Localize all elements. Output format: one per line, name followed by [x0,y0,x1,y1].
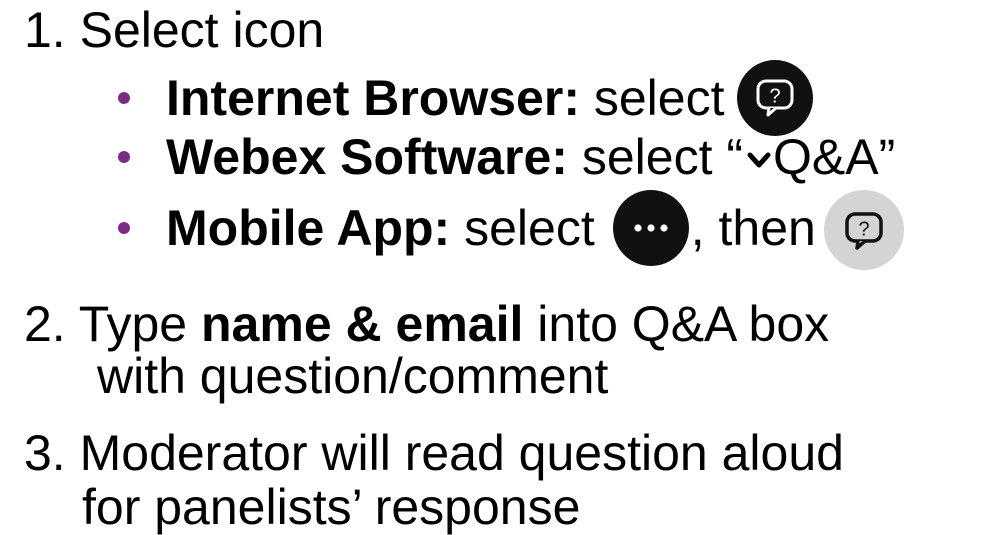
svg-text:?: ? [769,86,780,108]
bullet-webex-software: Webex Software: select “ Q&A” [118,127,895,187]
bullet-dot [118,222,130,234]
step-2-bold: name & email [201,296,524,352]
bullet-text-middle: , then [690,200,816,257]
more-options-icon [612,190,689,266]
step-3-text: Moderator will read question aloud [79,425,844,481]
bullet-dot [118,150,130,163]
step-3: 3. Moderator will read question aloud [24,425,844,481]
step-1-number: 1. [24,2,66,58]
bullet-text-before: select [464,200,595,257]
step-2-continuation: with question/comment [97,348,609,404]
bullet-text-after: Q&A” [773,129,896,185]
chevron-down-icon [747,123,771,183]
bullet-dot [118,92,130,104]
bullet-text: select [593,70,725,127]
bullet-text-before: select “ [581,129,744,185]
step-1: 1. Select icon [24,2,324,58]
bullet-internet-browser: Internet Browser: select ? [118,60,813,136]
bullet-label-internet-browser: Internet Browser: [166,70,580,127]
step-2-text-after: into Q&A box [537,296,830,352]
step-3-number: 3. [24,425,66,481]
bullet-label-webex-software: Webex Software: [166,129,568,185]
svg-text:?: ? [858,219,869,241]
bullet-label-mobile-app: Mobile App: [166,200,451,257]
step-2-number: 2. [24,296,66,352]
step-2-text-before: Type [78,296,188,352]
slide: 1. Select icon Internet Browser: select … [0,0,981,535]
step-3-continuation: for panelists’ response [82,479,581,535]
step-1-text: Select icon [79,2,325,58]
qa-question-icon: ? [823,190,904,270]
bullet-mobile-app: Mobile App: select , then ? [118,190,904,270]
step-2: 2. Type name & email into Q&A box [24,296,829,352]
